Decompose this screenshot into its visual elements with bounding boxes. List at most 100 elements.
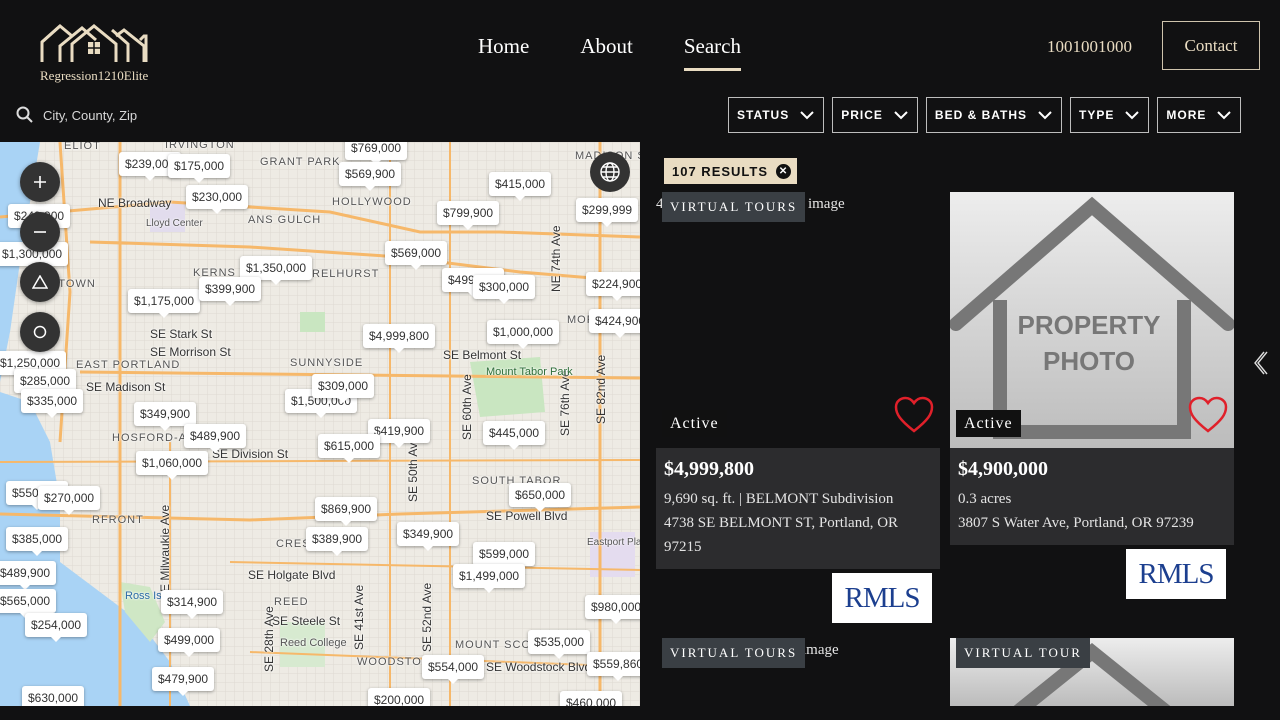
results-count: 107 RESULTS xyxy=(672,163,769,179)
price-pin[interactable]: $565,000 xyxy=(0,589,57,618)
filter-bed-baths[interactable]: BED & BATHS xyxy=(925,97,1063,133)
brand-name: Regression1210Elite xyxy=(40,68,149,83)
price-pin[interactable]: $230,000 xyxy=(186,185,249,214)
street-label: SE 28th Ave xyxy=(262,606,276,672)
draw-circle-button[interactable] xyxy=(20,312,60,352)
street-label: SE Woodstock Blvd xyxy=(486,660,592,674)
price-pin[interactable]: $460,000 xyxy=(560,691,623,706)
price-pin[interactable]: $769,000 xyxy=(345,142,408,165)
price-pin[interactable]: $499,000 xyxy=(158,628,221,657)
listing-card[interactable]: VIRTUAL TOUR xyxy=(950,638,1234,706)
price-pin[interactable]: $300,000 xyxy=(473,275,536,304)
phone-link[interactable]: 1001001000 xyxy=(1047,37,1132,57)
map-layer-button[interactable] xyxy=(590,152,630,192)
price-pin[interactable]: $615,000 xyxy=(318,434,381,463)
price-pin[interactable]: $349,900 xyxy=(134,402,197,431)
price-pin[interactable]: $299,999 xyxy=(576,198,639,227)
price-pin[interactable]: $385,000 xyxy=(6,527,69,556)
filter-status[interactable]: STATUS xyxy=(728,97,825,133)
page: Regression1210Elite Home About Search 10… xyxy=(0,0,1280,720)
price-pin[interactable]: $630,000 xyxy=(22,686,85,706)
map[interactable]: ELIOT IRVINGTON GRANT PARK HOLLYWOOD ANS… xyxy=(0,142,640,706)
price-pin[interactable]: $445,000 xyxy=(483,421,546,450)
price-pin[interactable]: $980,000 xyxy=(585,595,640,624)
contact-button[interactable]: Contact xyxy=(1162,21,1260,70)
price-pin[interactable]: $1,060,000 xyxy=(136,451,209,480)
area-label: HOSFORD-AB xyxy=(112,432,196,444)
price-pin[interactable]: $535,000 xyxy=(528,630,591,659)
price-pin[interactable]: $489,900 xyxy=(184,424,247,453)
clear-results-icon[interactable]: ✕ xyxy=(776,163,792,179)
price-pin[interactable]: $1,000,000 xyxy=(487,320,560,349)
nav-about[interactable]: About xyxy=(580,34,633,59)
price-pin[interactable]: $314,900 xyxy=(161,590,224,619)
listing-photo[interactable]: image VIRTUAL TOURS xyxy=(656,638,940,706)
price-pin[interactable]: $399,900 xyxy=(199,277,262,306)
price-pin[interactable]: $335,000 xyxy=(21,389,84,418)
zoom-in-icon xyxy=(34,176,46,188)
price-pin[interactable]: $4,999,800 xyxy=(363,324,436,353)
listing-price: $4,900,000 xyxy=(958,458,1048,480)
listing-card[interactable]: image VIRTUAL TOURS xyxy=(656,638,940,706)
street-label: SE Steele St xyxy=(272,614,341,628)
price-pin[interactable]: $799,900 xyxy=(437,201,500,230)
price-pin[interactable]: $224,900 xyxy=(586,272,640,301)
status-badge: Active xyxy=(662,410,727,437)
price-pin[interactable]: $415,000 xyxy=(489,172,552,201)
price-pin[interactable]: $479,900 xyxy=(152,667,215,696)
street-label: SE Holgate Blvd xyxy=(248,568,336,582)
placeholder-text-line2: PHOTO xyxy=(1043,346,1135,376)
price-pin[interactable]: $559,860 xyxy=(587,652,640,681)
nav-search[interactable]: Search xyxy=(683,34,742,71)
street-label: SE 60th Ave xyxy=(460,374,474,440)
chevron-down-icon xyxy=(1038,111,1052,120)
price-pin[interactable]: $569,900 xyxy=(339,162,402,191)
draw-polygon-button[interactable] xyxy=(20,262,60,302)
price-pin[interactable]: $270,000 xyxy=(38,486,101,515)
nav-home[interactable]: Home xyxy=(478,34,529,59)
price-pin[interactable]: $175,000 xyxy=(168,154,231,183)
price-pin[interactable]: $1,175,000 xyxy=(128,289,201,318)
favorite-heart-icon[interactable] xyxy=(894,396,934,434)
virtual-tours-badge[interactable]: VIRTUAL TOURS xyxy=(662,192,806,222)
results-count-badge[interactable]: 107 RESULTS ✕ xyxy=(664,158,798,184)
price-pin[interactable]: $389,900 xyxy=(306,527,369,556)
filter-bar: STATUS PRICE BED & BATHS TYPE MORE xyxy=(728,97,1242,133)
zoom-in-button[interactable] xyxy=(20,162,60,202)
filter-type[interactable]: TYPE xyxy=(1070,97,1150,133)
price-pin[interactable]: $869,900 xyxy=(315,497,378,526)
listing-photo[interactable]: 4738 SE BELMONT ST image VIRTUAL TOURS A… xyxy=(656,192,940,448)
listing-photo[interactable]: PROPERTY PHOTO Active xyxy=(949,192,1235,448)
street-label: SE 82nd Ave xyxy=(594,354,608,424)
filter-price[interactable]: PRICE xyxy=(832,97,918,133)
listing-address: 3807 S Water Ave, Portland, OR 97239 xyxy=(958,515,1194,531)
price-pin[interactable]: $569,000 xyxy=(385,241,448,270)
street-label: SE 76th Ave xyxy=(558,370,572,436)
price-pin[interactable]: $489,900 xyxy=(0,561,57,590)
zoom-out-button[interactable] xyxy=(20,212,60,252)
filter-label: TYPE xyxy=(1079,108,1115,122)
price-pin[interactable]: $424,900 xyxy=(589,309,640,338)
price-pin[interactable]: $349,900 xyxy=(397,522,460,551)
virtual-tours-badge[interactable]: VIRTUAL TOUR xyxy=(956,638,1090,668)
area-label: HOLLYWOOD xyxy=(332,196,412,208)
price-pin[interactable]: $1,499,000 xyxy=(453,564,526,593)
listing-card[interactable]: PROPERTY PHOTO Active $4,900,000 0.3 acr… xyxy=(949,192,1235,545)
price-pin[interactable]: $200,000 xyxy=(368,688,431,706)
price-pin[interactable]: $554,000 xyxy=(422,655,485,684)
price-pin[interactable]: $650,000 xyxy=(509,483,572,512)
listing-photo[interactable]: VIRTUAL TOUR xyxy=(950,638,1234,706)
search-input[interactable] xyxy=(43,107,243,123)
listing-card[interactable]: 4738 SE BELMONT ST image VIRTUAL TOURS A… xyxy=(656,192,940,569)
chevron-down-icon xyxy=(1125,111,1140,120)
chevron-left-icon[interactable] xyxy=(1252,350,1268,376)
filter-more[interactable]: MORE xyxy=(1157,97,1242,133)
place-label: Eastport Plaza Shopping Center xyxy=(587,537,640,548)
virtual-tours-badge[interactable]: VIRTUAL TOURS xyxy=(662,638,806,668)
price-pin[interactable]: $599,000 xyxy=(473,542,536,571)
street-label: NE Broadway xyxy=(98,196,172,210)
price-pin[interactable]: $309,000 xyxy=(312,374,375,403)
chevron-down-icon xyxy=(1217,111,1232,120)
favorite-heart-icon[interactable] xyxy=(1188,396,1228,434)
price-pin[interactable]: $254,000 xyxy=(25,613,88,642)
